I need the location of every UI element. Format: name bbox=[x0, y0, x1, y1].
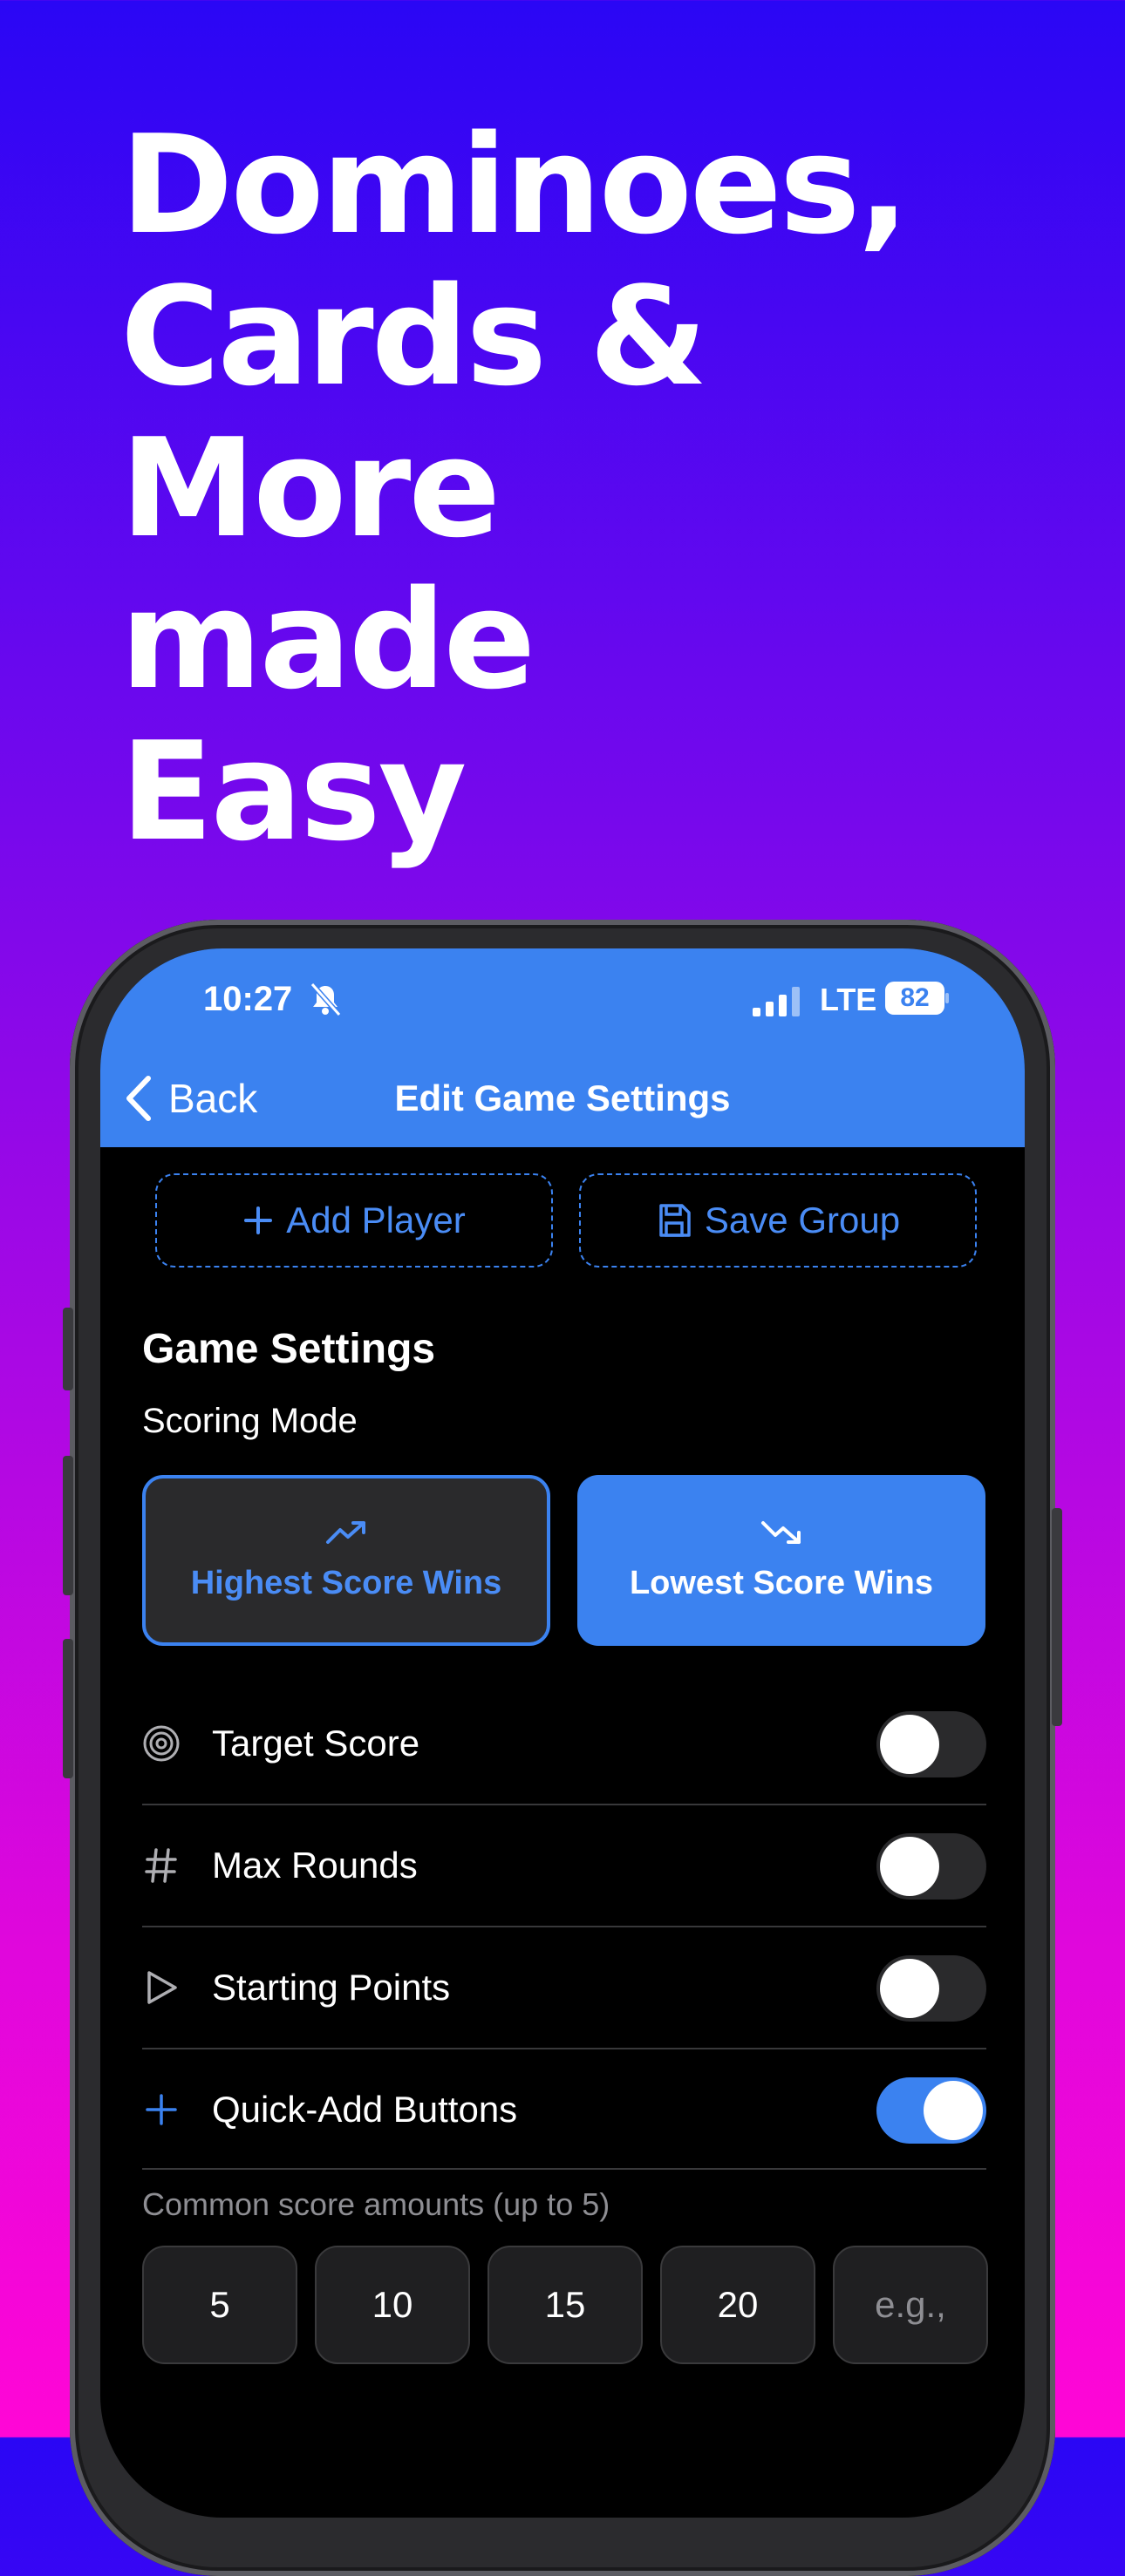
quick-add-buttons-toggle[interactable] bbox=[876, 2077, 986, 2144]
status-time: 10:27 bbox=[203, 980, 293, 1018]
power-button bbox=[1052, 1508, 1062, 1726]
toggle-knob bbox=[880, 1959, 939, 2018]
highest-score-wins-button[interactable]: Highest Score Wins bbox=[142, 1475, 550, 1646]
quick-add-buttons-label: Quick-Add Buttons bbox=[212, 2089, 518, 2130]
scoring-mode-label: Scoring Mode bbox=[142, 1402, 358, 1440]
play-icon bbox=[142, 1968, 181, 2007]
trending-up-icon bbox=[326, 1520, 365, 1544]
network-label: LTE bbox=[820, 982, 877, 1017]
toggle-knob bbox=[880, 1715, 939, 1774]
max-rounds-toggle[interactable] bbox=[876, 1833, 986, 1900]
volume-down-button bbox=[63, 1639, 73, 1778]
phone-screen: 10:27 LTE 82 Back Edit Game Settings Add… bbox=[100, 948, 1025, 2518]
signal-icon bbox=[753, 987, 800, 1016]
page-title: Edit Game Settings bbox=[394, 1077, 731, 1118]
quick-add-buttons-row: Quick-Add Buttons bbox=[142, 2049, 986, 2170]
bell-slash-icon bbox=[310, 982, 342, 1016]
divider bbox=[142, 2168, 986, 2170]
silent-switch bbox=[63, 1308, 73, 1390]
plus-icon bbox=[142, 2090, 181, 2129]
quick-add-value-input[interactable]: 10 bbox=[315, 2246, 470, 2364]
toggle-knob bbox=[880, 1837, 939, 1896]
trending-down-icon bbox=[761, 1520, 801, 1544]
toggle-knob bbox=[924, 2081, 983, 2140]
battery-level: 82 bbox=[900, 983, 930, 1012]
max-rounds-label: Max Rounds bbox=[212, 1845, 418, 1886]
target-score-row: Target Score bbox=[142, 1683, 986, 1804]
headline-line: Easy bbox=[120, 712, 467, 871]
section-title: Game Settings bbox=[142, 1326, 436, 1372]
plus-icon bbox=[244, 1206, 273, 1234]
quick-add-value-input[interactable]: 5 bbox=[142, 2246, 297, 2364]
starting-points-row: Starting Points bbox=[142, 1927, 986, 2048]
lowest-score-wins-button[interactable]: Lowest Score Wins bbox=[577, 1475, 985, 1646]
add-player-label: Add Player bbox=[286, 1200, 466, 1240]
headline-line: Cards & bbox=[120, 257, 708, 416]
headline-line: made bbox=[120, 561, 535, 719]
starting-points-label: Starting Points bbox=[212, 1967, 451, 2008]
target-score-label: Target Score bbox=[212, 1723, 420, 1764]
target-icon bbox=[142, 1724, 181, 1763]
headline-line: More bbox=[120, 409, 501, 568]
navigation-bar: 10:27 LTE 82 Back Edit Game Settings bbox=[100, 948, 1025, 1147]
headline-line: Dominoes, bbox=[120, 105, 910, 264]
battery-indicator: 82 bbox=[885, 982, 950, 1015]
lowest-score-wins-label: Lowest Score Wins bbox=[629, 1564, 934, 1601]
save-group-label: Save Group bbox=[704, 1200, 901, 1240]
save-group-button[interactable]: Save Group bbox=[579, 1173, 977, 1268]
volume-up-button bbox=[63, 1456, 73, 1595]
add-player-button[interactable]: Add Player bbox=[155, 1173, 553, 1268]
hash-icon bbox=[142, 1846, 181, 1885]
quick-add-value-input[interactable]: 15 bbox=[488, 2246, 643, 2364]
headline: Dominoes, Cards & More made Easy bbox=[120, 105, 910, 871]
target-score-toggle[interactable] bbox=[876, 1711, 986, 1777]
quick-add-empty-input[interactable]: e.g., bbox=[833, 2246, 988, 2364]
quick-add-value-input[interactable]: 20 bbox=[660, 2246, 815, 2364]
max-rounds-row: Max Rounds bbox=[142, 1805, 986, 1926]
highest-score-wins-label: Highest Score Wins bbox=[190, 1564, 502, 1601]
quick-add-hint: Common score amounts (up to 5) bbox=[142, 2186, 610, 2222]
starting-points-toggle[interactable] bbox=[876, 1955, 986, 2022]
save-icon bbox=[659, 1204, 691, 1237]
